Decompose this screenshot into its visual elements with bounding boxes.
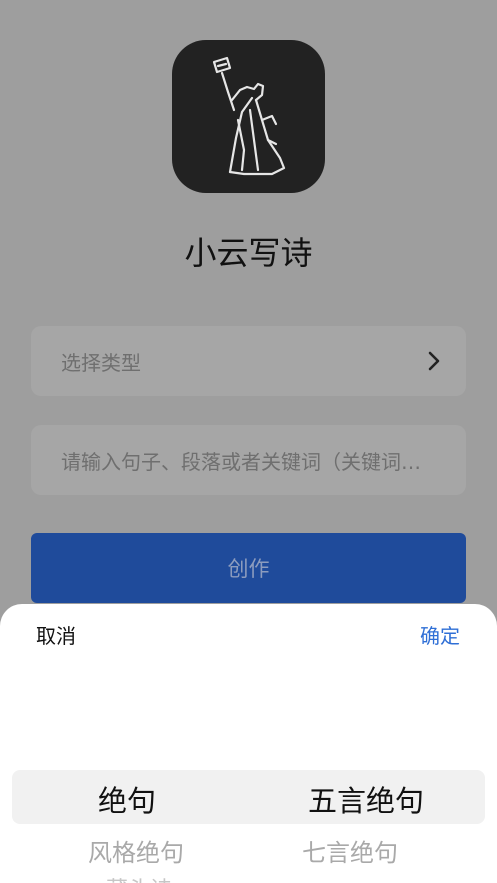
type-select[interactable]: 选择类型	[31, 326, 466, 396]
chevron-right-icon	[424, 350, 444, 372]
picker-option-selected[interactable]: 五言绝句	[248, 778, 488, 820]
create-button-label: 创作	[227, 557, 270, 581]
keyword-input[interactable]: 请输入句子、段落或者关键词（关键词…	[31, 425, 466, 495]
create-button[interactable]: 创作	[31, 533, 466, 603]
app-screen: 小云写诗 选择类型 请输入句子、段落或者关键词（关键词… 创作 取消 确定 绝句…	[0, 0, 497, 883]
type-select-placeholder: 选择类型	[61, 350, 141, 375]
poet-figure-icon	[172, 40, 325, 193]
picker-option[interactable]: 藏头诗	[8, 872, 248, 883]
confirm-button[interactable]: 确定	[420, 620, 460, 649]
picker-option-selected[interactable]: 绝句	[8, 778, 248, 820]
type-picker-sheet: 取消 确定 绝句 风格绝句 藏头诗 五言绝句 七言绝句	[0, 604, 497, 883]
picker-option[interactable]: 七言绝句	[248, 833, 488, 868]
picker-option[interactable]: 风格绝句	[8, 833, 248, 868]
cancel-button[interactable]: 取消	[36, 620, 76, 649]
keyword-input-placeholder: 请输入句子、段落或者关键词（关键词…	[61, 449, 421, 474]
app-title: 小云写诗	[184, 234, 313, 272]
